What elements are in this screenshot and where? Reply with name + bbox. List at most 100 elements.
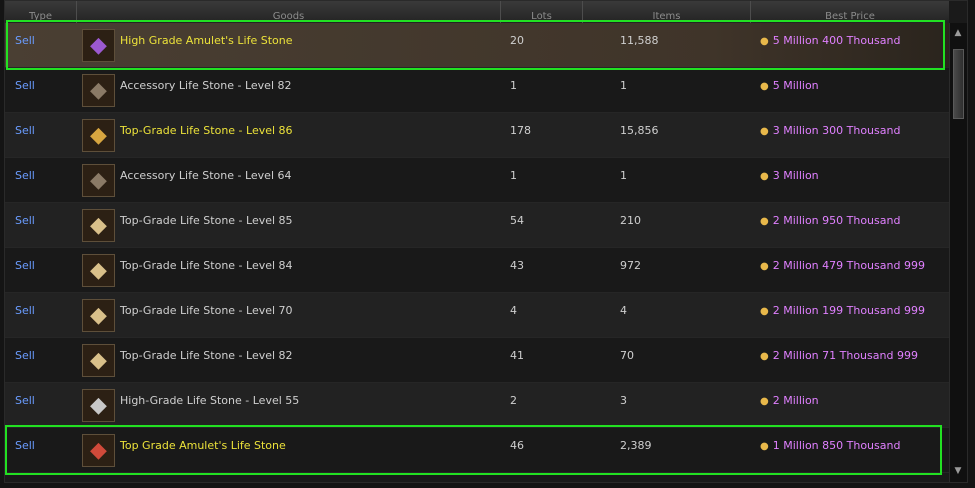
price-text: 2 Million 950 Thousand (772, 214, 901, 227)
items-count: 4 (620, 304, 627, 317)
items-count: 15,856 (620, 124, 659, 137)
items-count: 1 (620, 169, 627, 182)
table-row[interactable]: Sell ◆ Top-Grade Life Stone - Level 85 54 21… (5, 203, 949, 248)
column-header-goods[interactable]: Goods (77, 1, 501, 23)
price-text: 5 Million (772, 79, 819, 92)
top-grade-life-stone-icon[interactable]: ◆ (82, 299, 115, 332)
item-name: High-Grade Life Stone - Level 55 (120, 394, 300, 407)
adena-coins-icon: ● (760, 306, 769, 317)
best-price: ● 1 Million 850 Thousand (760, 439, 900, 452)
lots-count: 2 (510, 394, 517, 407)
table-row[interactable]: Sell ◆ Top-Grade Life Stone - Level 84 43 97… (5, 248, 949, 293)
items-count: 70 (620, 349, 634, 362)
items-count: 3 (620, 394, 627, 407)
best-price: ● 5 Million 400 Thousand (760, 34, 900, 47)
table-header: Type Goods Lots Items Best Price (5, 1, 949, 24)
item-name: Top-Grade Life Stone - Level 86 (120, 124, 293, 137)
lots-count: 1 (510, 79, 517, 92)
best-price: ● 3 Million (760, 169, 819, 182)
scroll-up-arrow-icon[interactable]: ▲ (952, 27, 964, 39)
items-count: 2,389 (620, 439, 652, 452)
item-name: Top-Grade Life Stone - Level 85 (120, 214, 293, 227)
row-type[interactable]: Sell (15, 169, 35, 182)
row-type[interactable]: Sell (15, 394, 35, 407)
table-row[interactable]: Sell ◆ Top-Grade Life Stone - Level 86 178 1… (5, 113, 949, 158)
best-price: ● 3 Million 300 Thousand (760, 124, 900, 137)
column-header-items[interactable]: Items (583, 1, 751, 23)
row-type[interactable]: Sell (15, 349, 35, 362)
lots-count: 20 (510, 34, 524, 47)
row-type[interactable]: Sell (15, 79, 35, 92)
item-name: Top-Grade Life Stone - Level 82 (120, 349, 293, 362)
accessory-life-stone-icon[interactable]: ◆ (82, 164, 115, 197)
table-row[interactable]: Sell ◆ High-Grade Life Stone - Level 55 2 3 ●… (5, 383, 949, 428)
table-row[interactable]: Sell ◆ Top-Grade Life Stone - Level 70 4 4 ● 2… (5, 293, 949, 338)
lots-count: 46 (510, 439, 524, 452)
best-price: ● 2 Million 199 Thousand 999 (760, 304, 925, 317)
adena-coins-icon: ● (760, 126, 769, 137)
auction-panel: Type Goods Lots Items Best Price Sell ◆ Hi… (4, 0, 968, 483)
table-row[interactable]: Sell ◆ Accessory Life Stone - Level 82 1 1 ● 5… (5, 68, 949, 113)
column-header-best-price[interactable]: Best Price (751, 1, 949, 23)
item-name: High Grade Amulet's Life Stone (120, 34, 293, 47)
lots-count: 178 (510, 124, 531, 137)
items-count: 972 (620, 259, 641, 272)
items-count: 1 (620, 79, 627, 92)
items-count: 210 (620, 214, 641, 227)
top-grade-life-stone-icon[interactable]: ◆ (82, 209, 115, 242)
item-name: Top-Grade Life Stone - Level 70 (120, 304, 293, 317)
row-type[interactable]: Sell (15, 439, 35, 452)
table-row[interactable]: Sell ◆ Top-Grade Life Stone - Level 82 41 70… (5, 338, 949, 383)
price-text: 2 Million 71 Thousand 999 (772, 349, 918, 362)
scrollbar-thumb[interactable] (953, 49, 964, 119)
lots-count: 43 (510, 259, 524, 272)
top-grade-life-stone-icon[interactable]: ◆ (82, 344, 115, 377)
adena-coins-icon: ● (760, 351, 769, 362)
best-price: ● 2 Million 71 Thousand 999 (760, 349, 918, 362)
best-price: ● 2 Million 479 Thousand 999 (760, 259, 925, 272)
table-row[interactable]: Sell ◆ Top Grade Amulet's Life Stone 46 2,38… (5, 428, 949, 473)
adena-coins-icon: ● (760, 171, 769, 182)
adena-coins-icon: ● (760, 261, 769, 272)
scroll-down-arrow-icon[interactable]: ▼ (952, 465, 964, 477)
scrollbar[interactable]: ▲ ▼ (949, 23, 967, 482)
adena-coins-icon: ● (760, 441, 769, 452)
adena-coins-icon: ● (760, 396, 769, 407)
top-grade-life-stone-gold-icon[interactable]: ◆ (82, 119, 115, 152)
item-name: Accessory Life Stone - Level 82 (120, 79, 292, 92)
adena-coins-icon: ● (760, 216, 769, 227)
price-text: 3 Million (772, 169, 819, 182)
table-row[interactable]: Sell ◆ Accessory Life Stone - Level 64 1 1 ● 3… (5, 158, 949, 203)
top-grade-life-stone-icon[interactable]: ◆ (82, 254, 115, 287)
price-text: 5 Million 400 Thousand (772, 34, 901, 47)
item-name: Accessory Life Stone - Level 64 (120, 169, 292, 182)
lots-count: 1 (510, 169, 517, 182)
accessory-life-stone-icon[interactable]: ◆ (82, 74, 115, 107)
price-text: 2 Million 479 Thousand 999 (772, 259, 925, 272)
item-name: Top Grade Amulet's Life Stone (120, 439, 286, 452)
best-price: ● 2 Million 950 Thousand (760, 214, 900, 227)
price-text: 2 Million 199 Thousand 999 (772, 304, 925, 317)
price-text: 2 Million (772, 394, 819, 407)
row-type[interactable]: Sell (15, 214, 35, 227)
price-text: 3 Million 300 Thousand (772, 124, 901, 137)
price-text: 1 Million 850 Thousand (772, 439, 901, 452)
row-type[interactable]: Sell (15, 124, 35, 137)
column-header-lots[interactable]: Lots (501, 1, 583, 23)
best-price: ● 5 Million (760, 79, 819, 92)
lots-count: 54 (510, 214, 524, 227)
item-name: Top-Grade Life Stone - Level 84 (120, 259, 293, 272)
adena-coins-icon: ● (760, 81, 769, 92)
lots-count: 41 (510, 349, 524, 362)
best-price: ● 2 Million (760, 394, 819, 407)
table-row[interactable]: Sell ◆ High Grade Amulet's Life Stone 20 11,… (5, 23, 949, 68)
lots-count: 4 (510, 304, 517, 317)
amulet-life-stone-purple-icon[interactable]: ◆ (82, 29, 115, 62)
amulet-life-stone-red-icon[interactable]: ◆ (82, 434, 115, 467)
column-header-type[interactable]: Type (5, 1, 77, 23)
adena-coins-icon: ● (760, 36, 769, 47)
row-type[interactable]: Sell (15, 34, 35, 47)
row-type[interactable]: Sell (15, 304, 35, 317)
high-grade-life-stone-icon[interactable]: ◆ (82, 389, 115, 422)
row-type[interactable]: Sell (15, 259, 35, 272)
